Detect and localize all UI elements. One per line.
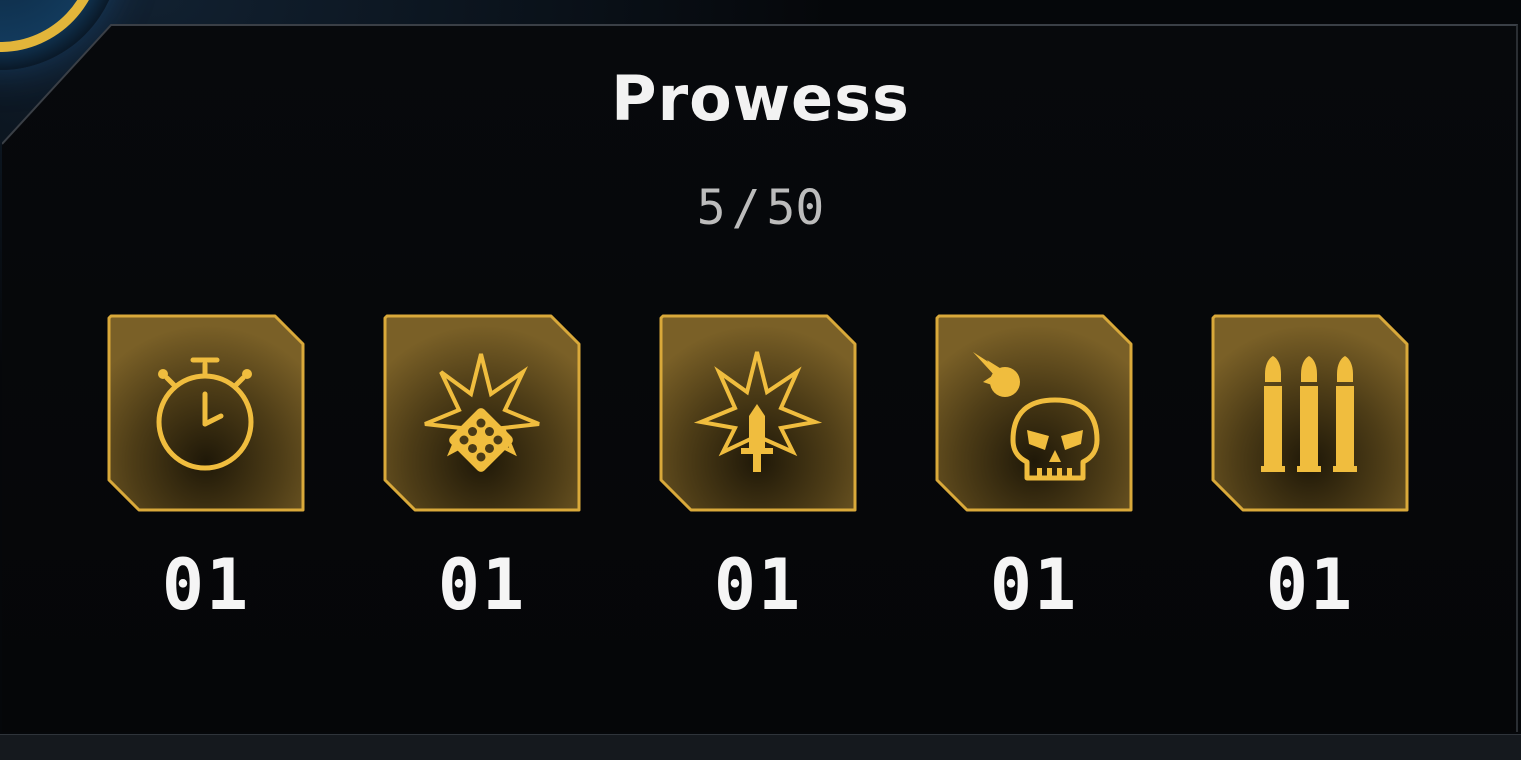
bottom-bar bbox=[0, 734, 1521, 760]
dagger-explosion-icon bbox=[693, 351, 823, 472]
skull-explosion-icon bbox=[973, 352, 1100, 481]
stopwatch-icon bbox=[156, 357, 254, 471]
badge-row: 01 01 01 01 01 bbox=[105, 312, 1415, 642]
progress-separator: / bbox=[731, 180, 761, 236]
badge-count: 01 bbox=[437, 544, 527, 626]
badge-count: 01 bbox=[161, 544, 251, 626]
badge-dagger-explosion[interactable]: 01 bbox=[657, 312, 859, 642]
progress-current: 5 bbox=[696, 180, 726, 236]
prowess-screen: Prowess 5/50 01 01 01 01 01 bbox=[0, 0, 1521, 760]
badge-dice-explosion[interactable]: 01 bbox=[381, 312, 583, 642]
badge-count: 01 bbox=[1265, 544, 1355, 626]
badge-count: 01 bbox=[989, 544, 1079, 626]
badge-count: 01 bbox=[713, 544, 803, 626]
progress-total: 50 bbox=[766, 180, 825, 236]
badge-stopwatch[interactable]: 01 bbox=[105, 312, 307, 642]
badge-skull-explosion[interactable]: 01 bbox=[933, 312, 1135, 642]
dice-explosion-icon bbox=[424, 353, 540, 472]
badge-bullets[interactable]: 01 bbox=[1209, 312, 1411, 642]
prowess-progress: 5/50 bbox=[0, 180, 1521, 236]
bullets-icon bbox=[1261, 356, 1357, 472]
panel-title: Prowess bbox=[611, 62, 910, 135]
